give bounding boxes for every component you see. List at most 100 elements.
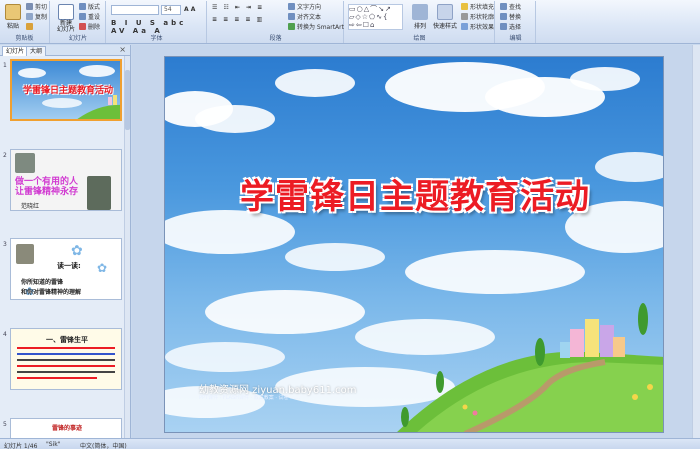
language-indicator[interactable]: 中文(简体，中国) — [80, 441, 127, 449]
portrait-image — [16, 244, 34, 264]
clipboard-group: 粘贴 剪切 复制 剪贴板 — [0, 1, 50, 43]
font-group: 54 A A B I U S abc AV Aa A 字体 — [107, 1, 207, 43]
shape-effects-button[interactable]: 形状效果 — [461, 23, 494, 32]
list-buttons[interactable]: ☰ ☷ ⇤ ⇥ ≡ — [212, 4, 264, 11]
replace-button[interactable]: 替换 — [500, 13, 521, 22]
align-buttons[interactable]: ≡ ≡ ≡ ≡ ▥ — [212, 16, 264, 23]
slide-thumbnail-5[interactable]: 雷锋的事迹 — [10, 418, 122, 438]
ribbon: 粘贴 剪切 复制 剪贴板 新建 幻灯片 版式 重设 删除 幻灯片 54 A A … — [0, 0, 700, 44]
scrollbar-thumb[interactable] — [125, 70, 130, 130]
slide-background-art — [165, 62, 663, 432]
paste-icon — [5, 4, 21, 20]
shape-fill-button[interactable]: 形状填充 — [461, 3, 494, 12]
text-line — [17, 371, 115, 373]
smartart-button[interactable]: 转换为 SmartArt — [288, 23, 344, 32]
text-line — [17, 347, 115, 349]
status-bar: 幻灯片 1/46 "Sik" 中文(简体，中国) — [0, 438, 700, 449]
thumb-number: 5 — [3, 421, 7, 428]
format-painter-button[interactable] — [26, 23, 35, 32]
quick-styles-button[interactable]: 快速样式 — [431, 4, 459, 34]
slides-panel: 幻灯片 大纲 × 1 学雷锋日主题教育活动 2 做一个有用的人 让雷锋精神永存 … — [0, 45, 131, 438]
effects-icon — [461, 23, 468, 30]
slide-counter: 幻灯片 1/46 — [4, 443, 38, 449]
flower-icon: ✿ — [97, 261, 108, 275]
text-line — [17, 377, 97, 379]
slide-thumbnail-1[interactable]: 学雷锋日主题教育活动 — [10, 59, 122, 121]
paste-button[interactable]: 粘贴 — [2, 4, 24, 34]
quick-styles-icon — [437, 4, 453, 20]
text-line — [17, 353, 115, 355]
slide-editing-area: 学雷锋日主题教育活动 幼教资源网 ziyuan.baby611.com PPT课… — [132, 45, 700, 438]
delete-icon — [79, 23, 86, 30]
outline-icon — [461, 13, 468, 20]
slide-thumbnail-2[interactable]: 做一个有用的人 让雷锋精神永存 范晓红 — [10, 149, 122, 211]
layout-icon — [79, 3, 86, 10]
reset-button[interactable]: 重设 — [79, 13, 100, 22]
copy-button[interactable]: 复制 — [26, 13, 47, 22]
font-label: 字体 — [150, 35, 163, 42]
portrait-image — [87, 176, 111, 210]
thumb-1-title: 学雷锋日主题教育活动 — [22, 86, 113, 96]
editor-scrollbar[interactable] — [692, 45, 700, 438]
thumb-number: 4 — [3, 331, 7, 338]
slides-label: 幻灯片 — [68, 35, 87, 42]
new-slide-icon — [58, 4, 74, 20]
thumb-number: 3 — [3, 241, 7, 248]
thumb-3-line1: 你所知道的雷锋 — [21, 279, 64, 286]
select-button[interactable]: 选择 — [500, 23, 521, 32]
copy-icon — [26, 13, 33, 20]
new-slide-button[interactable]: 新建 幻灯片 — [54, 4, 78, 34]
paragraph-label: 段落 — [269, 35, 282, 42]
drawing-label: 绘图 — [413, 35, 426, 42]
theme-name: "Sik" — [46, 441, 61, 448]
thumb-number: 1 — [3, 62, 7, 69]
arrange-icon — [412, 4, 428, 20]
replace-icon — [500, 13, 507, 20]
panel-tabs: 幻灯片 大纲 × — [0, 45, 130, 56]
clipboard-label: 剪贴板 — [15, 35, 34, 42]
flower-icon: ✿ — [71, 243, 83, 259]
slide-thumbnail-4[interactable]: 一、雷锋生平 — [10, 328, 122, 390]
find-button[interactable]: 查找 — [500, 3, 521, 12]
scissors-icon — [26, 3, 33, 10]
drawing-group: ▭○△⌒↘↗ ▱◇☆⬠∿{⇨⇦☐⌂ 排列 快速样式 形状填充 形状轮廓 形状效果 … — [345, 1, 495, 43]
align-text-icon — [288, 13, 295, 20]
arrange-button[interactable]: 排列 — [409, 4, 431, 34]
slide-title[interactable]: 学雷锋日主题教育活动 — [165, 169, 663, 218]
select-icon — [500, 23, 507, 30]
text-line — [17, 365, 115, 367]
text-direction-icon — [288, 3, 295, 10]
delete-button[interactable]: 删除 — [79, 23, 100, 32]
shape-outline-button[interactable]: 形状轮廓 — [461, 13, 494, 22]
shapes-gallery[interactable]: ▭○△⌒↘↗ ▱◇☆⬠∿{⇨⇦☐⌂ — [348, 4, 403, 30]
font-size-combo[interactable]: 54 — [161, 5, 181, 15]
text-line — [17, 359, 115, 361]
align-text-button[interactable]: 对齐文本 — [288, 13, 321, 22]
thumb-3-title: 读一读: — [57, 262, 81, 270]
thumb-3-line2: 和你对雷锋精神的理解 — [21, 289, 82, 296]
font-name-combo[interactable] — [111, 5, 159, 15]
find-icon — [500, 3, 507, 10]
tab-slides[interactable]: 幻灯片 — [2, 46, 29, 56]
thumb-2-title: 做一个有用的人 让雷锋精神永存 — [15, 177, 79, 197]
tab-outline[interactable]: 大纲 — [26, 46, 47, 56]
fill-icon — [461, 3, 468, 10]
thumb-number: 2 — [3, 152, 7, 159]
reset-icon — [79, 13, 86, 20]
grow-font-button[interactable]: A A — [184, 5, 195, 14]
brush-icon — [26, 23, 33, 30]
photo-placeholder — [15, 153, 35, 173]
paragraph-group: ☰ ☷ ⇤ ⇥ ≡ ≡ ≡ ≡ ≡ ▥ 文字方向 对齐文本 转换为 SmartA… — [208, 1, 344, 43]
watermark-subtext: PPT课件 · FLASH课件 · 教案教案 · 试卷 …… — [199, 395, 301, 401]
thumb-2-caption: 范晓红 — [21, 203, 40, 210]
text-direction-button[interactable]: 文字方向 — [288, 3, 321, 12]
close-icon[interactable]: × — [119, 45, 126, 54]
slide-thumbnail-3[interactable]: ✿ ✿ ✿ 读一读: 你所知道的雷锋 和你对雷锋精神的理解 — [10, 238, 122, 300]
panel-scrollbar[interactable] — [124, 56, 130, 438]
thumb-5-title: 雷锋的事迹 — [51, 425, 82, 432]
smartart-icon — [288, 23, 295, 30]
editing-label: 编辑 — [509, 35, 522, 42]
cut-button[interactable]: 剪切 — [26, 3, 47, 12]
layout-button[interactable]: 版式 — [79, 3, 100, 12]
current-slide[interactable]: 学雷锋日主题教育活动 幼教资源网 ziyuan.baby611.com PPT课… — [164, 56, 664, 433]
